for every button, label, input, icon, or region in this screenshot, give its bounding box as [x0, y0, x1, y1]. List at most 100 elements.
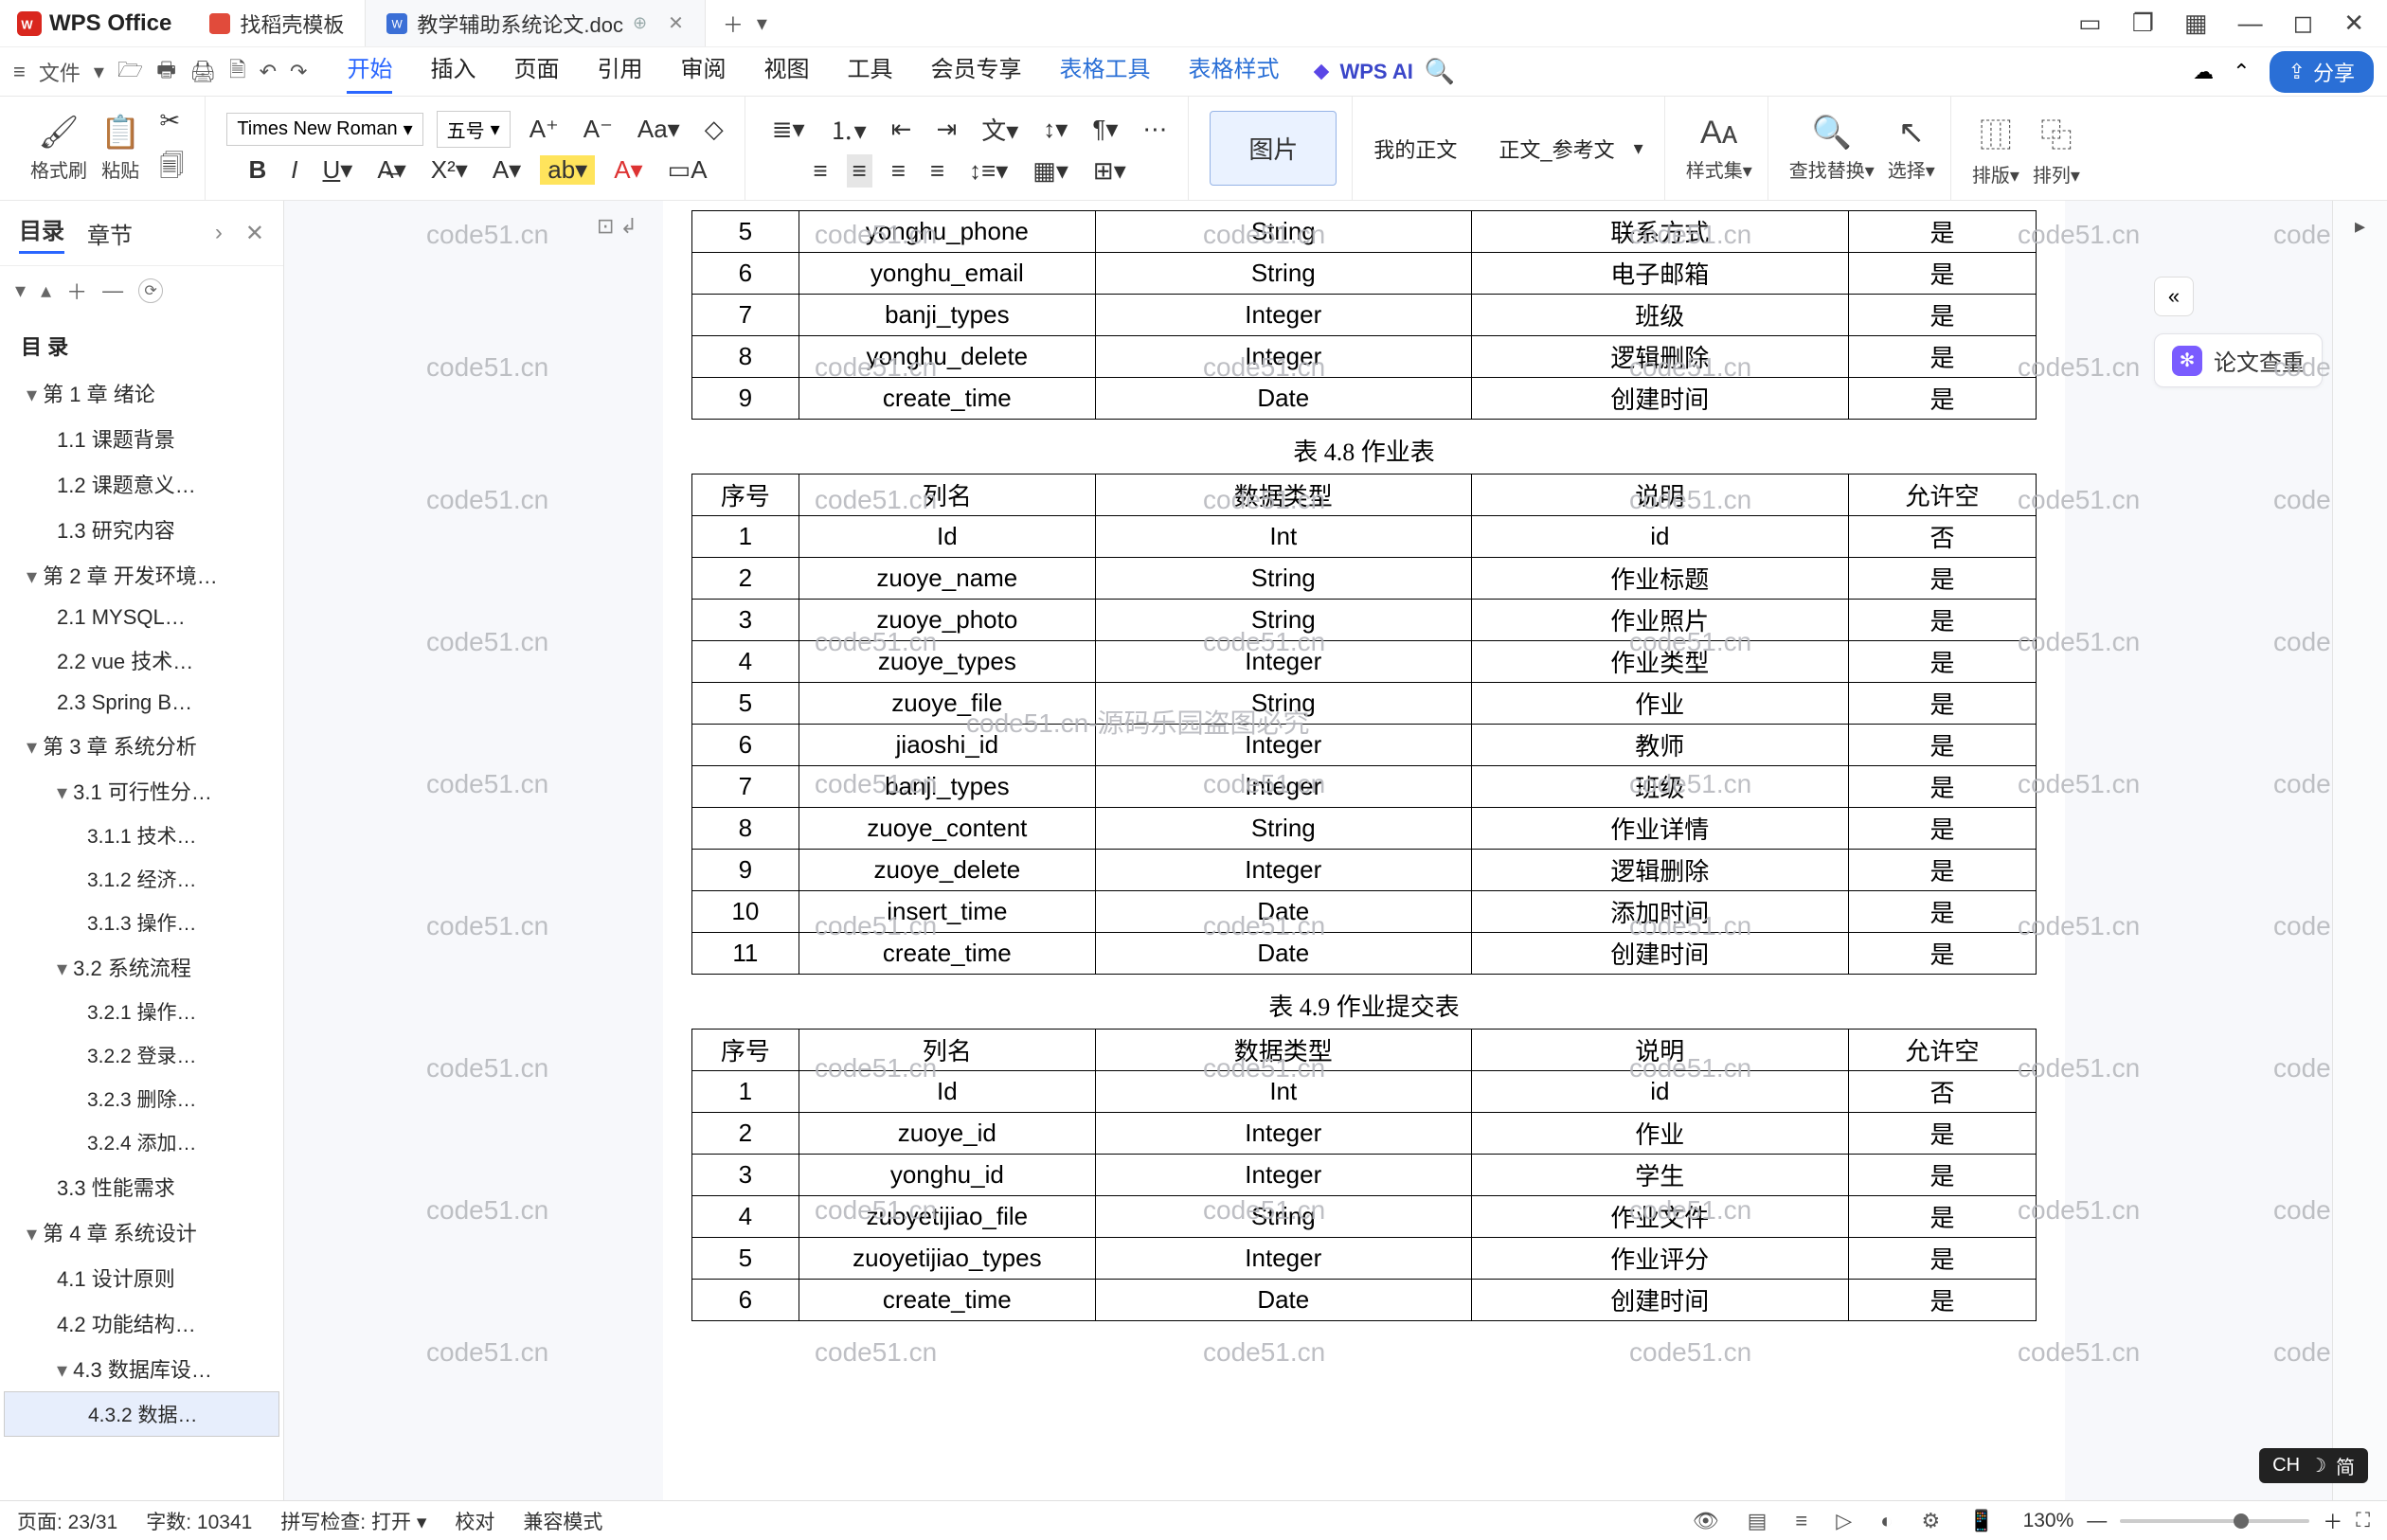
window-compact-icon[interactable]: ▭ [2078, 9, 2102, 38]
table-row[interactable]: 5zuoyetijiao_typesInteger作业评分是 [691, 1238, 2037, 1280]
table-cell[interactable]: Integer [1095, 725, 1472, 766]
table-cell[interactable]: zuoye_name [799, 558, 1095, 600]
table-cell[interactable]: 是 [1848, 295, 2037, 336]
table-cell[interactable]: Integer [1095, 1238, 1472, 1280]
table-cell[interactable]: 5 [691, 683, 799, 725]
view-phone-icon[interactable]: 📱 [1968, 1509, 1994, 1533]
view-print-icon[interactable]: ▤ [1748, 1509, 1768, 1533]
status-page[interactable]: 页面: 23/31 [17, 1507, 117, 1535]
table-cell[interactable]: 11 [691, 933, 799, 975]
align-justify-icon[interactable]: ≡ [924, 154, 950, 188]
menu-table-tools[interactable]: 表格工具 [1059, 50, 1150, 94]
table-cell[interactable]: String [1095, 600, 1472, 641]
text-effect-icon[interactable]: A▾ [487, 153, 527, 187]
table-row[interactable]: 5yonghu_phoneString联系方式是 [691, 211, 2037, 253]
table-row[interactable]: 2zuoye_idInteger作业是 [691, 1113, 2037, 1155]
ime-indicator[interactable]: CH ☽ 简 [2259, 1448, 2368, 1483]
table-cell[interactable]: 是 [1848, 641, 2037, 683]
document-canvas[interactable]: ⊡ ↲ 5yonghu_phoneString联系方式是6yonghu_emai… [284, 201, 2332, 1500]
outline-item[interactable]: 3.1.1 技术… [4, 814, 279, 857]
styleset-button[interactable]: Aᴀ样式集▾ [1686, 115, 1752, 183]
font-family-select[interactable]: Times New Roman▾ [226, 113, 422, 146]
table-cell[interactable]: yonghu_delete [799, 336, 1095, 378]
show-marks-icon[interactable]: ¶▾ [1086, 113, 1123, 146]
table-cell[interactable]: 创建时间 [1472, 933, 1849, 975]
outline-item[interactable]: 2.3 Spring B… [4, 683, 279, 723]
table-cell[interactable]: 是 [1848, 1196, 2037, 1238]
chevron-right-icon[interactable]: › [215, 220, 223, 246]
hamburger-icon[interactable]: ≡ [13, 60, 26, 84]
table-cell[interactable]: yonghu_phone [799, 211, 1095, 253]
table-cell[interactable]: 是 [1848, 211, 2037, 253]
table-cell[interactable]: 作业类型 [1472, 641, 1849, 683]
table-row[interactable]: 3zuoye_photoString作业照片是 [691, 600, 2037, 641]
app-logo[interactable]: W WPS Office [0, 10, 188, 37]
table-cell[interactable]: 是 [1848, 683, 2037, 725]
table-48[interactable]: 序号列名数据类型说明允许空1IdIntid否2zuoye_nameString作… [691, 474, 2037, 975]
table-cell[interactable]: 作业 [1472, 1113, 1849, 1155]
table-cell[interactable]: jiaoshi_id [799, 725, 1095, 766]
table-cell[interactable]: 作业标题 [1472, 558, 1849, 600]
tab-template[interactable]: 找稻壳模板 [188, 0, 366, 46]
table-row[interactable]: 5zuoye_fileString作业是 [691, 683, 2037, 725]
user-avatar-icon[interactable]: ▦ [2184, 9, 2208, 38]
table-cell[interactable]: Integer [1095, 336, 1472, 378]
outline-item[interactable]: 1.1 课题背景 [4, 416, 279, 461]
table-cell[interactable]: 是 [1848, 336, 2037, 378]
select-button[interactable]: ↖选择▾ [1888, 114, 1935, 183]
cloud-icon[interactable]: ☁ [2193, 60, 2214, 84]
number-list-icon[interactable]: ⒈▾ [824, 110, 872, 149]
status-proof[interactable]: 校对 [455, 1507, 494, 1535]
table-cell[interactable]: 1 [691, 1071, 799, 1113]
table-cell[interactable]: 联系方式 [1472, 211, 1849, 253]
align-center-icon[interactable]: ≡ [847, 154, 872, 188]
outline-item[interactable]: 4.3.2 数据… [4, 1391, 279, 1437]
superscript-icon[interactable]: X²▾ [425, 153, 474, 187]
paste-button[interactable]: 📋粘贴 [100, 114, 140, 183]
clear-format-icon[interactable]: ◇ [699, 113, 729, 146]
bold-icon[interactable]: B [243, 153, 273, 187]
table-cell[interactable]: zuoyetijiao_types [799, 1238, 1095, 1280]
table-cell[interactable]: 是 [1848, 558, 2037, 600]
table-cell[interactable]: 9 [691, 378, 799, 420]
table-cell[interactable]: 4 [691, 641, 799, 683]
table-cell[interactable]: Integer [1095, 1155, 1472, 1196]
table-cell[interactable]: 2 [691, 558, 799, 600]
table-cell[interactable]: 2 [691, 1113, 799, 1155]
view-web-icon[interactable]: ≡ [1795, 1509, 1807, 1533]
strip-caret-icon[interactable]: ▸ [2355, 214, 2365, 239]
grow-font-icon[interactable]: A⁺ [524, 113, 565, 146]
style-my-body[interactable]: 我的正文 [1373, 134, 1457, 164]
table-cell[interactable]: 添加时间 [1472, 891, 1849, 933]
caret-icon[interactable]: ▾ [94, 60, 104, 84]
collapse-ribbon-icon[interactable]: ⌃ [2233, 60, 2250, 84]
outline-item[interactable]: 3.2.4 添加… [4, 1120, 279, 1164]
table-cell[interactable]: 是 [1848, 253, 2037, 295]
table-row[interactable]: 9create_timeDate创建时间是 [691, 378, 2037, 420]
remove-icon[interactable]: — [102, 278, 123, 303]
table-cell[interactable]: yonghu_email [799, 253, 1095, 295]
close-window-icon[interactable]: ✕ [2343, 9, 2364, 38]
menu-ref[interactable]: 引用 [597, 50, 642, 94]
menu-table-style[interactable]: 表格样式 [1188, 50, 1279, 94]
table-cell[interactable]: 创建时间 [1472, 378, 1849, 420]
search-icon[interactable]: 🔍 [1419, 55, 1461, 88]
outline-item[interactable]: 4.1 设计原则 [4, 1255, 279, 1300]
status-compat[interactable]: 兼容模式 [523, 1507, 602, 1535]
table-cell[interactable]: 作业详情 [1472, 808, 1849, 850]
save-icon[interactable]: 🖶 [156, 54, 176, 90]
table-cell[interactable]: 作业照片 [1472, 600, 1849, 641]
indent-dec-icon[interactable]: ⇤ [886, 113, 918, 146]
outline-item[interactable]: 3.2.1 操作… [4, 990, 279, 1033]
table-row[interactable]: 6yonghu_emailString电子邮箱是 [691, 253, 2037, 295]
table-cell[interactable]: id [1472, 1071, 1849, 1113]
borders-icon[interactable]: ⊞▾ [1087, 154, 1132, 188]
table-cell[interactable]: Id [799, 516, 1095, 558]
underline-icon[interactable]: U▾ [317, 153, 359, 187]
outline-item[interactable]: 第 1 章 绪论 [4, 370, 279, 416]
table-cell[interactable]: 否 [1848, 516, 2037, 558]
minimize-icon[interactable]: — [2238, 9, 2263, 38]
outline-item[interactable]: 3.2.2 登录… [4, 1033, 279, 1077]
menu-member[interactable]: 会员专享 [930, 50, 1021, 94]
table-cell[interactable]: zuoye_file [799, 683, 1095, 725]
